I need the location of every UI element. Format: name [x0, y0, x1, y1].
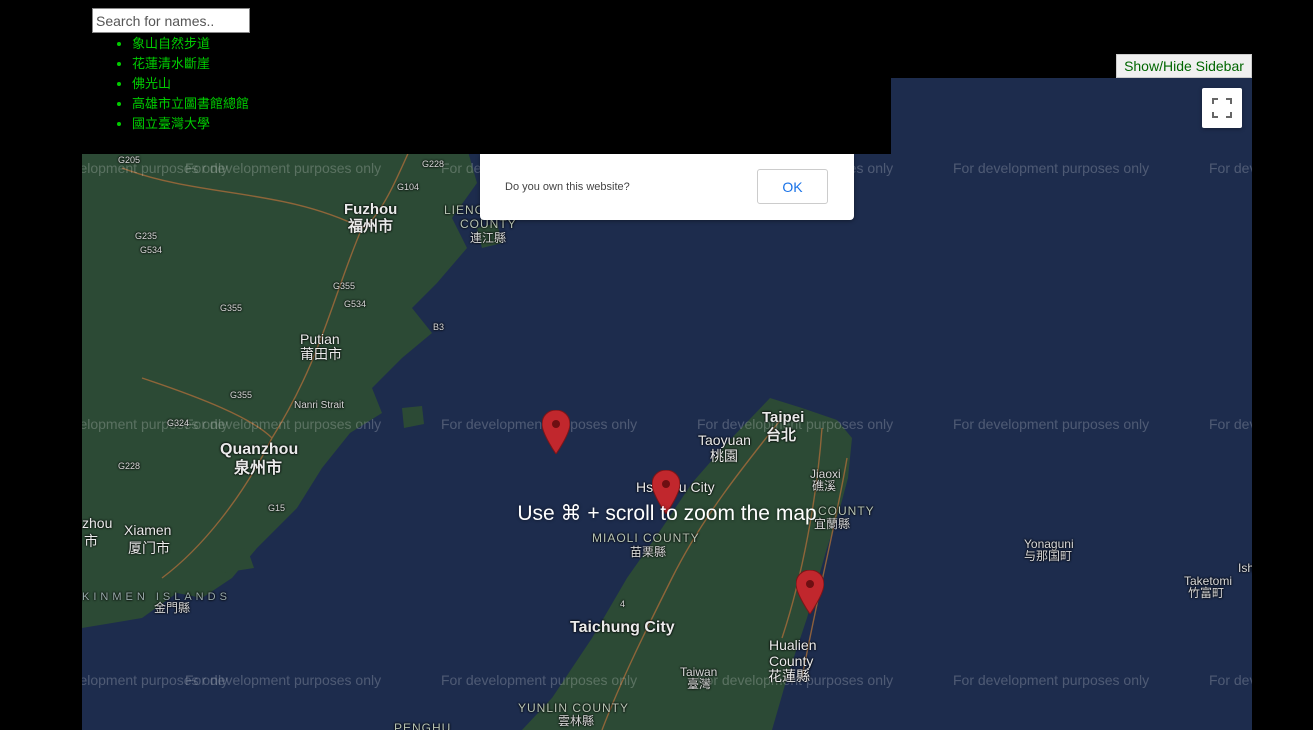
list-item[interactable]: 高雄市立圖書館總館 [116, 94, 249, 114]
place-label: Quanzhou [220, 441, 299, 458]
watermark-text: For development purposes only [441, 416, 638, 432]
watermark-text: For development purposes only [953, 672, 1150, 688]
sidebar: 象山自然步道 花蓮清水斷崖 佛光山 高雄市立圖書館總館 國立臺灣大學 [0, 33, 891, 154]
place-label: Taichung City [570, 619, 675, 636]
road-shield: G355 [220, 303, 243, 313]
list-item[interactable]: 花蓮清水斷崖 [116, 54, 249, 74]
road-shield: G205 [118, 155, 141, 165]
place-label: 連江縣 [470, 231, 507, 245]
place-label: Ish [1238, 561, 1252, 575]
list-item[interactable]: 象山自然步道 [116, 34, 249, 54]
list-item[interactable]: 國立臺灣大學 [116, 114, 249, 134]
dialog-message: Do you own this website? [505, 181, 630, 193]
map[interactable]: For development purposes only For develo… [82, 78, 1252, 730]
show-hide-sidebar-button[interactable]: Show/Hide Sidebar [1116, 54, 1252, 78]
watermark-row: For development purposes only For develo… [82, 672, 1252, 692]
place-label: 与那国町 [1024, 549, 1073, 563]
watermark-text: For development purposes only [953, 416, 1150, 432]
road-shield: G228 [422, 159, 445, 169]
ok-button[interactable]: OK [757, 169, 828, 204]
map-marker-pin[interactable] [542, 410, 570, 454]
place-label: 市 [84, 533, 98, 549]
place-label: 泉州市 [234, 460, 283, 477]
watermark-text: For development purposes only [185, 672, 382, 688]
place-label: 臺灣 [687, 677, 712, 691]
place-label: 台北 [766, 427, 797, 444]
watermark-text: For development purposes only [1209, 160, 1252, 176]
watermark-text: For development purposes only [185, 416, 382, 432]
road-shield: G534 [140, 245, 163, 255]
place-label: 雲林縣 [558, 714, 595, 728]
list-item[interactable]: 佛光山 [116, 74, 249, 94]
road-shield: G104 [397, 182, 420, 192]
place-label: Putian [300, 331, 340, 347]
place-label: Hualien [769, 637, 817, 653]
road-shield: G324 [167, 418, 190, 428]
road-shield: 4 [620, 599, 626, 609]
fullscreen-icon [1212, 98, 1232, 118]
map-marker-pin[interactable] [796, 570, 824, 614]
name-list: 象山自然步道 花蓮清水斷崖 佛光山 高雄市立圖書館總館 國立臺灣大學 [116, 34, 249, 134]
watermark-text: For development purposes only [1209, 416, 1252, 432]
fullscreen-button[interactable] [1202, 88, 1242, 128]
place-label: 礁溪 [812, 479, 837, 493]
place-label: 莆田市 [300, 346, 342, 362]
watermark-text: For development purposes only [1209, 672, 1252, 688]
road-shield: G534 [344, 299, 367, 309]
place-label: 金門縣 [154, 601, 191, 615]
place-label: 厦门市 [128, 540, 170, 556]
road-shield: G355 [230, 390, 253, 400]
watermark-text: For development purposes only [953, 160, 1150, 176]
place-label: Taipei [762, 409, 805, 426]
place-label: 竹富町 [1188, 586, 1225, 600]
watermark-text: For development purposes only [441, 672, 638, 688]
road-shield: G228 [118, 461, 141, 471]
zoom-hint: Use ⌘ + scroll to zoom the map [517, 502, 817, 525]
place-label: 苗栗縣 [630, 545, 667, 559]
place-label: Nanri Strait [294, 400, 345, 411]
road-shield: G355 [333, 281, 356, 291]
ownership-dialog: Do you own this website? OK [480, 154, 854, 220]
place-label: Fuzhou [344, 201, 398, 218]
place-label: Taoyuan [698, 432, 751, 448]
watermark-text: For development purposes only [185, 160, 382, 176]
road-shield: B3 [433, 322, 445, 332]
search-input[interactable] [92, 8, 250, 33]
place-label: 福州市 [348, 218, 394, 235]
place-label: 花蓮縣 [768, 668, 810, 684]
place-label: County [769, 653, 814, 669]
place-label: PENGHU [394, 721, 452, 730]
place-label: 桃園 [710, 448, 738, 464]
watermark-row: For development purposes only For develo… [82, 416, 1252, 436]
